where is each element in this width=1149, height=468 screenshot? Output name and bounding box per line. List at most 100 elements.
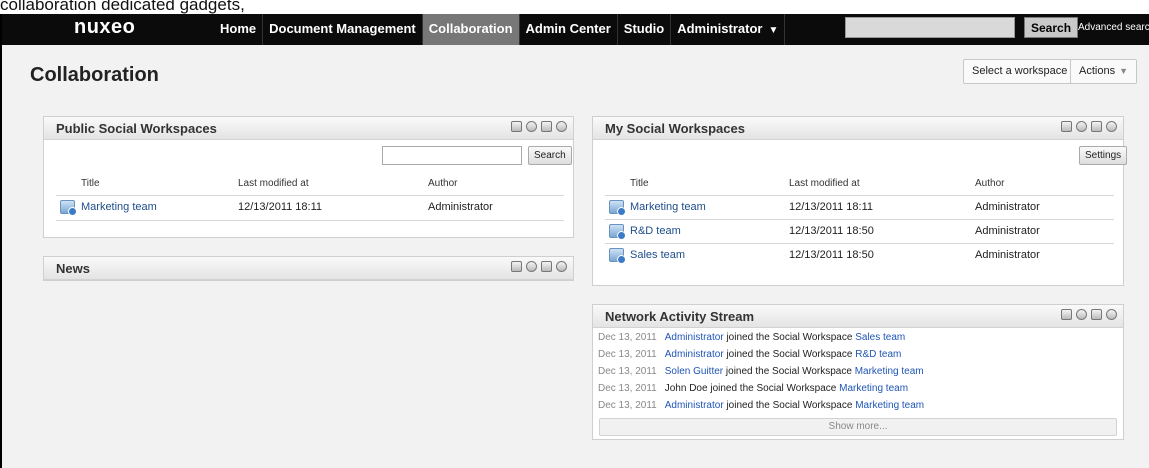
activity-item: Dec 13, 2011 John Doe joined the Social W…: [598, 383, 908, 394]
actions-dropdown[interactable]: Actions ▼: [1070, 59, 1137, 84]
public-workspaces-search-input[interactable]: [382, 146, 522, 165]
activity-actor-link[interactable]: Administrator: [665, 400, 724, 411]
activity-actor-link[interactable]: Administrator: [665, 349, 724, 360]
activity-item: Dec 13, 2011 Administrator joined the Soc…: [598, 332, 905, 343]
modified-date: 12/13/2011 18:50: [789, 249, 874, 261]
activity-date: Dec 13, 2011: [598, 332, 657, 343]
settings-button[interactable]: Settings: [1079, 146, 1128, 165]
nuxeo-logo[interactable]: nuxeo: [74, 16, 135, 39]
activity-text: joined the Social Workspace: [726, 400, 853, 411]
refresh-icon[interactable]: [526, 121, 537, 132]
settings-icon[interactable]: [556, 121, 567, 132]
activity-date: Dec 13, 2011: [598, 383, 657, 394]
workspace-icon: [609, 224, 626, 240]
activity-workspace-link[interactable]: Marketing team: [855, 366, 924, 377]
global-search-input[interactable]: [845, 17, 1015, 38]
column-header-modified[interactable]: Last modified at: [789, 178, 860, 189]
column-header-author[interactable]: Author: [428, 178, 457, 189]
activity-item: Dec 13, 2011 Administrator joined the Soc…: [598, 349, 901, 360]
nav-home[interactable]: Home: [214, 14, 264, 45]
column-header-title[interactable]: Title: [630, 178, 649, 189]
network-activity-stream-gadget: Network Activity Stream Dec 13, 2011 Admi…: [592, 304, 1124, 440]
gadget-header: My Social Workspaces: [593, 117, 1123, 140]
gadget-header: Public Social Workspaces: [44, 117, 573, 140]
global-search-button[interactable]: Search: [1024, 17, 1079, 38]
activity-item: Dec 13, 2011 Administrator joined the Soc…: [598, 400, 924, 411]
gadget-header: News: [44, 257, 573, 280]
activity-workspace-link[interactable]: Marketing team: [855, 400, 924, 411]
gadget-controls: [511, 261, 567, 272]
chevron-down-icon: ▼: [768, 25, 779, 36]
column-header-title[interactable]: Title: [81, 178, 100, 189]
minimize-icon[interactable]: [511, 121, 522, 132]
gadget-title: Network Activity Stream: [605, 309, 755, 324]
user-menu-label: Administrator: [677, 21, 763, 36]
top-navigation-bar: nuxeo Home Document Management Collabora…: [2, 14, 1149, 45]
author: Administrator: [428, 201, 493, 213]
chevron-down-icon: ▼: [1119, 66, 1128, 76]
refresh-icon[interactable]: [1076, 121, 1087, 132]
activity-date: Dec 13, 2011: [598, 349, 657, 360]
column-header-modified[interactable]: Last modified at: [238, 178, 309, 189]
settings-icon[interactable]: [556, 261, 567, 272]
gadget-header: Network Activity Stream: [593, 305, 1123, 328]
show-more-button[interactable]: Show more...: [599, 418, 1117, 436]
public-social-workspaces-gadget: Public Social Workspaces Search Title La…: [43, 116, 574, 238]
advanced-search-link[interactable]: Advanced search: [1078, 17, 1149, 38]
activity-actor-link[interactable]: Solen Guitter: [665, 366, 723, 377]
table-row[interactable]: Sales team 12/13/2011 18:50 Administrato…: [605, 243, 1114, 267]
workspace-title-link[interactable]: Marketing team: [630, 201, 706, 213]
author: Administrator: [975, 249, 1040, 261]
main-nav: Home Document Management Collaboration A…: [214, 14, 786, 45]
settings-icon[interactable]: [1106, 121, 1117, 132]
gadget-controls: [1061, 121, 1117, 132]
activity-workspace-link[interactable]: R&D team: [855, 349, 901, 360]
activity-item: Dec 13, 2011 Solen Guitter joined the Soc…: [598, 366, 924, 377]
maximize-icon[interactable]: [541, 121, 552, 132]
refresh-icon[interactable]: [1076, 309, 1087, 320]
settings-icon[interactable]: [1106, 309, 1117, 320]
gadget-title: News: [56, 261, 90, 276]
nav-collaboration[interactable]: Collaboration: [422, 14, 520, 45]
row-divider: [56, 220, 564, 221]
table-row[interactable]: Marketing team 12/13/2011 18:11 Administ…: [56, 195, 564, 219]
workspace-title-link[interactable]: R&D team: [630, 225, 681, 237]
minimize-icon[interactable]: [511, 261, 522, 272]
nav-studio[interactable]: Studio: [618, 14, 672, 45]
activity-text: joined the Social Workspace: [726, 332, 853, 343]
activity-actor-link[interactable]: Administrator: [665, 332, 724, 343]
activity-actor: John Doe: [664, 383, 708, 394]
nav-admin-center[interactable]: Admin Center: [520, 14, 618, 45]
news-gadget: News: [43, 256, 574, 281]
gadget-controls: [511, 121, 567, 132]
table-row[interactable]: Marketing team 12/13/2011 18:11 Administ…: [605, 195, 1114, 219]
author: Administrator: [975, 201, 1040, 213]
activity-text: joined the Social Workspace: [725, 366, 852, 377]
maximize-icon[interactable]: [541, 261, 552, 272]
table-row[interactable]: R&D team 12/13/2011 18:50 Administrator: [605, 219, 1114, 243]
modified-date: 12/13/2011 18:50: [789, 225, 874, 237]
my-social-workspaces-gadget: My Social Workspaces Settings Title Last…: [592, 116, 1128, 286]
workspace-title-link[interactable]: Sales team: [630, 249, 685, 261]
activity-workspace-link[interactable]: Sales team: [855, 332, 905, 343]
workspace-icon: [609, 200, 626, 216]
maximize-icon[interactable]: [1091, 309, 1102, 320]
author: Administrator: [975, 225, 1040, 237]
public-workspaces-search-button[interactable]: Search: [528, 146, 572, 165]
select-workspace-label: Select a workspace: [972, 65, 1068, 77]
modified-date: 12/13/2011 18:11: [789, 201, 874, 213]
minimize-icon[interactable]: [1061, 121, 1072, 132]
activity-date: Dec 13, 2011: [598, 400, 657, 411]
minimize-icon[interactable]: [1061, 309, 1072, 320]
app-frame: nuxeo Home Document Management Collabora…: [0, 14, 1149, 468]
activity-workspace-link[interactable]: Marketing team: [839, 383, 908, 394]
maximize-icon[interactable]: [1091, 121, 1102, 132]
column-header-author[interactable]: Author: [975, 178, 1004, 189]
workspace-title-link[interactable]: Marketing team: [81, 201, 157, 213]
refresh-icon[interactable]: [526, 261, 537, 272]
activity-text: joined the Social Workspace: [710, 383, 837, 394]
workspace-icon: [609, 248, 626, 264]
nav-document-management[interactable]: Document Management: [263, 14, 423, 45]
actions-label: Actions: [1079, 65, 1116, 77]
nav-user-menu[interactable]: Administrator ▼: [671, 14, 786, 45]
